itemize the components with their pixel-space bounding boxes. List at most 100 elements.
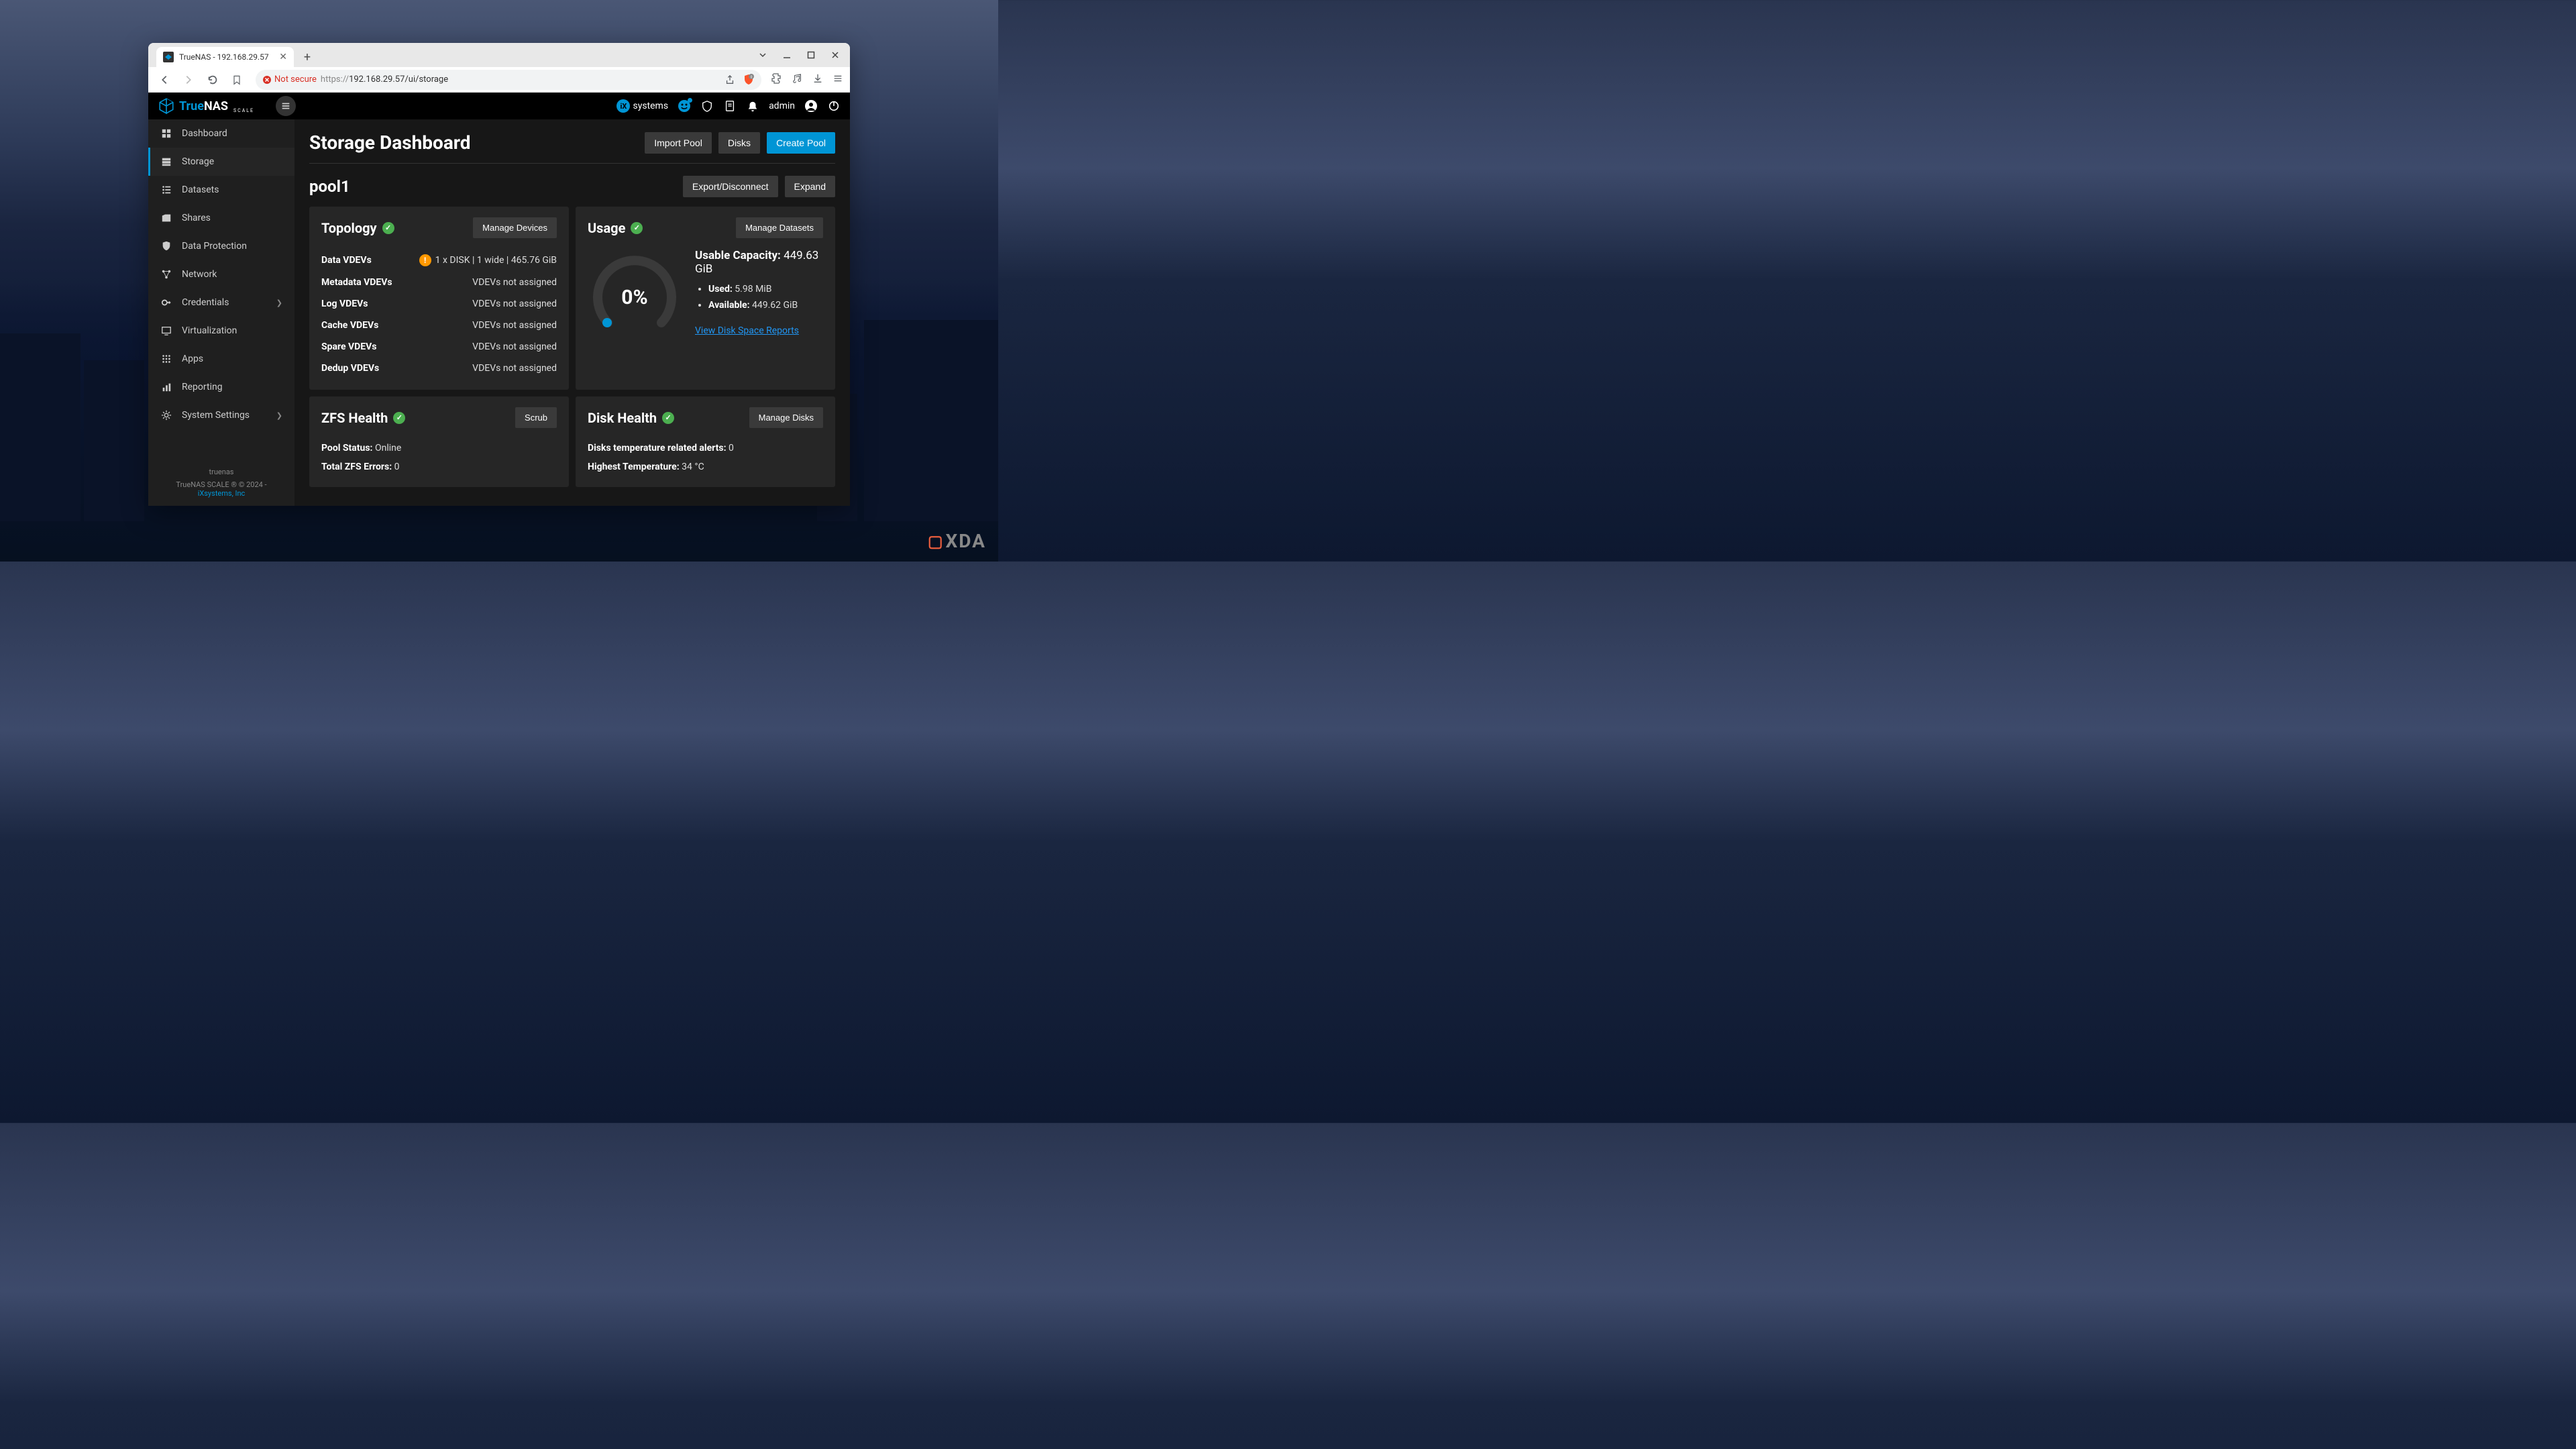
sidebar-item-reporting[interactable]: Reporting	[148, 373, 294, 401]
logo-text: TrueNAS	[179, 99, 228, 113]
jobs-icon[interactable]	[723, 99, 737, 113]
truenas-logo[interactable]: TrueNAS SCALE	[158, 97, 254, 115]
used-stat: Used: 5.98 MiB	[708, 284, 823, 294]
sidebar-item-shares[interactable]: Shares	[148, 204, 294, 232]
sidebar-item-dashboard[interactable]: Dashboard	[148, 119, 294, 148]
create-pool-button[interactable]: Create Pool	[767, 132, 835, 154]
brave-shield-icon[interactable]: 0	[743, 74, 755, 86]
power-icon[interactable]	[827, 99, 841, 113]
tab-close-icon[interactable]: ✕	[279, 52, 287, 62]
network-icon	[160, 268, 172, 280]
sidebar-item-label: Credentials	[182, 297, 229, 308]
xda-watermark: ▢XDA	[928, 530, 986, 552]
alerts-bell-icon[interactable]	[746, 99, 759, 113]
url-input[interactable]: Not secure https://192.168.29.57/ui/stor…	[256, 70, 761, 90]
extensions-icon[interactable]	[771, 72, 783, 87]
nav-back-button[interactable]	[155, 70, 174, 89]
page-title: Storage Dashboard	[309, 131, 471, 154]
sidebar-item-label: Storage	[182, 156, 214, 167]
manage-datasets-button[interactable]: Manage Datasets	[736, 217, 823, 238]
vdev-row: Dedup VDEVs VDEVs not assigned	[321, 358, 557, 379]
manage-devices-button[interactable]: Manage Devices	[473, 217, 557, 238]
sidebar-toggle-button[interactable]	[276, 96, 296, 116]
truenas-logo-icon	[158, 97, 175, 115]
shares-icon	[160, 212, 172, 224]
view-disk-space-reports-link[interactable]: View Disk Space Reports	[695, 325, 799, 336]
system-status-icon[interactable]	[678, 99, 691, 113]
app-header: TrueNAS SCALE iX systems admin	[148, 93, 850, 119]
gauge-indicator-icon	[602, 318, 612, 327]
sidebar-item-label: Virtualization	[182, 325, 237, 336]
sidebar-item-credentials[interactable]: Credentials ❯	[148, 288, 294, 317]
key-icon	[160, 297, 172, 309]
new-tab-button[interactable]: +	[299, 50, 315, 67]
disk-health-card: Disk Health ✓ Manage Disks Disks tempera…	[576, 396, 835, 487]
reporting-icon	[160, 381, 172, 393]
sidebar-item-label: Data Protection	[182, 241, 247, 252]
available-stat: Available: 449.62 GiB	[708, 300, 823, 311]
topology-card: Topology ✓ Manage Devices Data VDEVs !1 …	[309, 207, 569, 390]
sidebar-item-label: Shares	[182, 213, 211, 223]
status-ok-icon: ✓	[382, 222, 394, 234]
sidebar-item-label: Network	[182, 269, 217, 280]
sidebar-item-label: System Settings	[182, 410, 250, 421]
disks-button[interactable]: Disks	[718, 132, 760, 154]
tabs-dropdown-icon[interactable]	[753, 46, 772, 64]
gear-icon	[160, 409, 172, 421]
card-title: Usage ✓	[588, 220, 643, 236]
import-pool-button[interactable]: Import Pool	[645, 132, 712, 154]
status-ok-icon: ✓	[393, 412, 405, 424]
storage-icon	[160, 156, 172, 168]
card-title: ZFS Health ✓	[321, 410, 405, 426]
usable-capacity: Usable Capacity: 449.63 GiB	[695, 249, 823, 276]
bookmark-icon[interactable]	[227, 70, 246, 89]
card-title: Disk Health ✓	[588, 410, 674, 426]
status-ok-icon: ✓	[631, 222, 643, 234]
sidebar-item-apps[interactable]: Apps	[148, 345, 294, 373]
vdev-row: Data VDEVs !1 x DISK | 1 wide | 465.76 G…	[321, 249, 557, 272]
usage-card: Usage ✓ Manage Datasets 0%	[576, 207, 835, 390]
virtualization-icon	[160, 325, 172, 337]
browser-address-bar: Not secure https://192.168.29.57/ui/stor…	[148, 67, 850, 93]
nav-forward-button[interactable]	[179, 70, 198, 89]
nav-reload-button[interactable]	[203, 70, 222, 89]
ixsystems-logo[interactable]: iX systems	[616, 99, 668, 113]
sidebar-item-network[interactable]: Network	[148, 260, 294, 288]
window-close-button[interactable]	[826, 46, 845, 64]
ixsystems-link[interactable]: iXsystems, Inc	[198, 489, 246, 498]
sidebar-item-system-settings[interactable]: System Settings ❯	[148, 401, 294, 429]
scrub-button[interactable]: Scrub	[515, 407, 557, 428]
divider	[309, 163, 835, 164]
main-content: Storage Dashboard Import Pool Disks Crea…	[294, 119, 850, 506]
browser-tab[interactable]: TrueNAS - 192.168.29.57 ✕	[156, 47, 294, 67]
usage-gauge: 0%	[588, 252, 682, 333]
sidebar-item-storage[interactable]: Storage	[148, 148, 294, 176]
export-disconnect-button[interactable]: Export/Disconnect	[683, 176, 778, 197]
pool-name: pool1	[309, 177, 350, 196]
browser-menu-icon[interactable]	[833, 73, 843, 87]
sidebar: Dashboard Storage Datasets Shares Data P…	[148, 119, 294, 506]
zfs-errors-row: Total ZFS Errors: 0	[321, 458, 557, 476]
window-maximize-button[interactable]	[802, 46, 820, 64]
downloads-icon[interactable]	[812, 73, 823, 87]
share-icon[interactable]	[724, 74, 736, 86]
highest-temp-row: Highest Temperature: 34 °C	[588, 458, 823, 476]
truecommand-icon[interactable]	[700, 99, 714, 113]
truenas-favicon-icon	[163, 52, 174, 62]
apps-icon	[160, 353, 172, 365]
vdev-row: Log VDEVs VDEVs not assigned	[321, 293, 557, 315]
music-icon[interactable]	[792, 73, 803, 87]
chevron-right-icon: ❯	[276, 299, 282, 307]
svg-text:0: 0	[751, 75, 753, 79]
sidebar-item-datasets[interactable]: Datasets	[148, 176, 294, 204]
not-secure-badge[interactable]: Not secure	[262, 74, 317, 85]
expand-button[interactable]: Expand	[785, 176, 835, 197]
sidebar-item-label: Apps	[182, 354, 203, 364]
window-minimize-button[interactable]	[777, 46, 796, 64]
sidebar-item-data-protection[interactable]: Data Protection	[148, 232, 294, 260]
card-title: Topology ✓	[321, 220, 394, 236]
manage-disks-button[interactable]: Manage Disks	[749, 407, 823, 428]
user-account-icon[interactable]	[804, 99, 818, 113]
user-label: admin	[769, 101, 795, 111]
sidebar-item-virtualization[interactable]: Virtualization	[148, 317, 294, 345]
